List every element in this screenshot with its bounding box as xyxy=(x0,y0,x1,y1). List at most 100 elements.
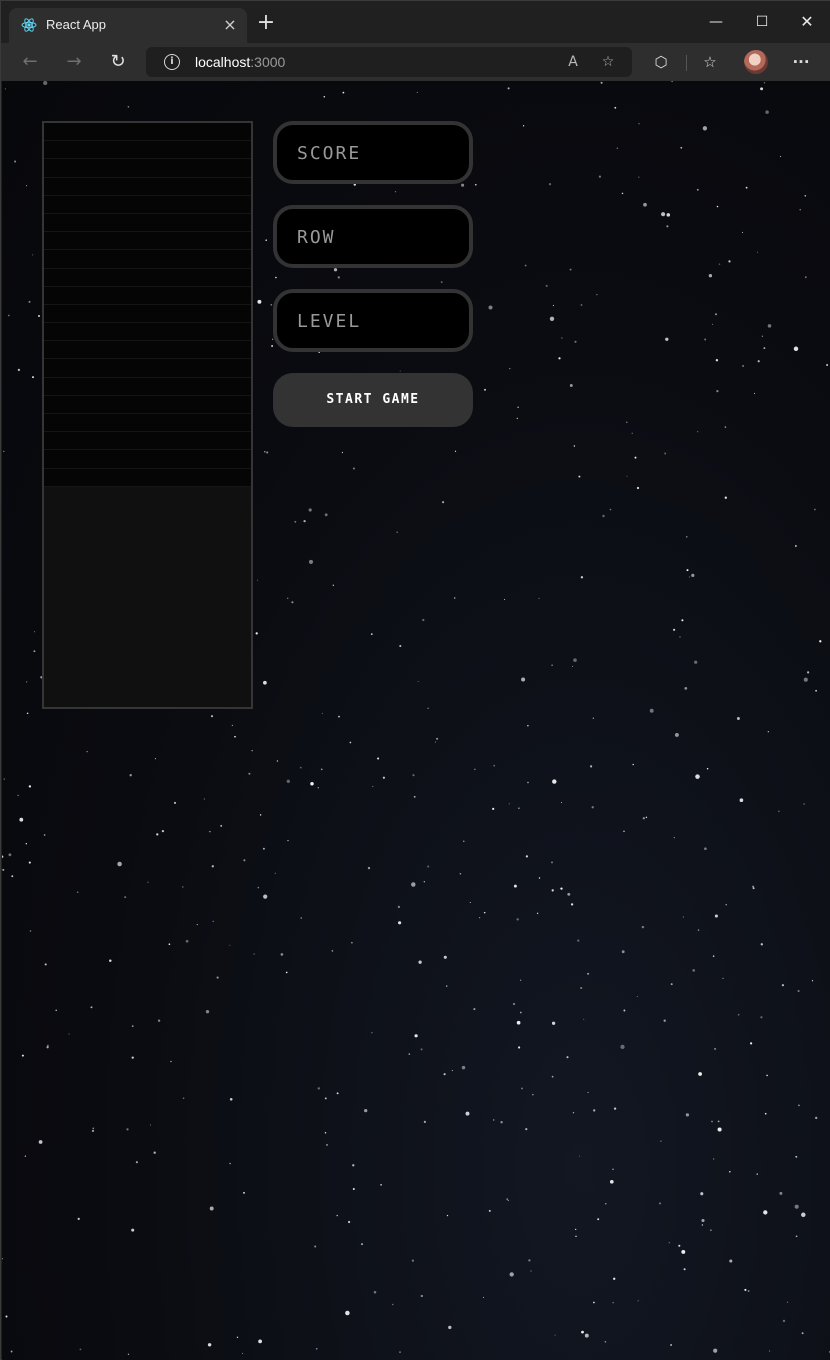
star xyxy=(26,681,28,683)
star xyxy=(587,972,590,975)
star xyxy=(779,1191,783,1195)
star xyxy=(286,779,290,783)
star xyxy=(763,1210,768,1215)
star xyxy=(465,1111,470,1116)
star xyxy=(294,520,297,523)
star xyxy=(545,284,548,287)
reload-button[interactable]: ↻ xyxy=(104,49,132,75)
url-text[interactable]: localhost:3000 xyxy=(195,54,285,70)
more-menu-icon[interactable]: ··· xyxy=(789,51,813,73)
address-toolbar: ← → ↻ i localhost:3000 A ☆ ⬡ ☆ ··· xyxy=(1,43,830,81)
star xyxy=(683,1268,686,1271)
star xyxy=(300,917,302,919)
star xyxy=(19,817,24,822)
new-tab-button[interactable]: + xyxy=(255,12,277,35)
star xyxy=(129,774,132,777)
star xyxy=(645,816,648,819)
star xyxy=(181,886,184,888)
star xyxy=(168,943,171,946)
star xyxy=(636,995,638,998)
star xyxy=(46,1046,49,1049)
star xyxy=(423,1120,427,1124)
star xyxy=(326,1144,328,1146)
close-window-button[interactable]: ✕ xyxy=(784,9,830,35)
star xyxy=(253,953,255,955)
extensions-icon[interactable]: ⬡ xyxy=(649,51,673,73)
star xyxy=(473,1008,476,1011)
star xyxy=(614,106,617,109)
star xyxy=(453,597,456,599)
star xyxy=(704,338,707,341)
maximize-button[interactable]: ☐ xyxy=(739,9,785,35)
star xyxy=(696,188,699,191)
star xyxy=(670,983,673,986)
profile-avatar[interactable] xyxy=(744,50,768,74)
star xyxy=(782,1319,786,1323)
tab-title: React App xyxy=(46,17,106,32)
star xyxy=(636,486,640,490)
star xyxy=(324,1097,327,1100)
star xyxy=(157,1019,161,1022)
star xyxy=(681,1249,686,1254)
star xyxy=(287,597,289,599)
star xyxy=(436,737,439,740)
star xyxy=(525,1127,528,1131)
add-favorite-icon[interactable]: ☆ xyxy=(597,52,619,72)
star xyxy=(243,859,246,862)
address-bar[interactable]: i localhost:3000 A ☆ xyxy=(146,47,632,77)
star xyxy=(338,715,340,718)
star xyxy=(781,984,784,987)
board-row xyxy=(44,432,251,451)
board-row xyxy=(44,269,251,287)
star xyxy=(291,601,294,604)
star xyxy=(616,147,619,150)
site-info-icon[interactable]: i xyxy=(164,54,180,70)
favorites-icon[interactable]: ☆ xyxy=(698,51,722,73)
star xyxy=(632,763,634,766)
star xyxy=(31,376,35,379)
star xyxy=(538,877,541,879)
star xyxy=(803,677,808,682)
minimize-button[interactable]: — xyxy=(693,9,739,35)
star xyxy=(474,768,476,770)
star xyxy=(710,1229,712,1232)
tab-close-icon[interactable]: × xyxy=(221,16,239,34)
star xyxy=(474,183,477,186)
star xyxy=(668,1242,670,1244)
board-row xyxy=(44,414,251,433)
star xyxy=(320,768,323,771)
star xyxy=(664,452,667,455)
star xyxy=(109,959,112,963)
star xyxy=(804,195,807,197)
star xyxy=(661,212,666,217)
star xyxy=(729,1259,733,1263)
star xyxy=(209,830,211,833)
star xyxy=(760,943,763,946)
star xyxy=(660,1140,662,1142)
star xyxy=(560,887,563,890)
star xyxy=(2,1258,3,1260)
star xyxy=(380,1183,383,1186)
star xyxy=(352,1187,355,1191)
start-game-button[interactable]: START GAME xyxy=(273,373,473,427)
star xyxy=(434,741,437,743)
star xyxy=(484,388,486,391)
star xyxy=(701,1224,704,1226)
star xyxy=(315,1347,318,1350)
star xyxy=(597,1218,600,1221)
read-aloud-icon[interactable]: A xyxy=(562,52,584,72)
star xyxy=(324,1131,327,1134)
back-button[interactable]: ← xyxy=(16,49,44,75)
star xyxy=(819,640,822,643)
star xyxy=(423,881,425,883)
tab-react-app[interactable]: React App × xyxy=(9,8,247,43)
star xyxy=(131,1056,134,1059)
star xyxy=(589,765,593,768)
star xyxy=(367,866,371,870)
star xyxy=(815,689,817,692)
star xyxy=(686,569,689,572)
star xyxy=(203,798,205,800)
forward-button[interactable]: → xyxy=(60,49,88,75)
star xyxy=(341,451,343,454)
star xyxy=(478,917,481,919)
